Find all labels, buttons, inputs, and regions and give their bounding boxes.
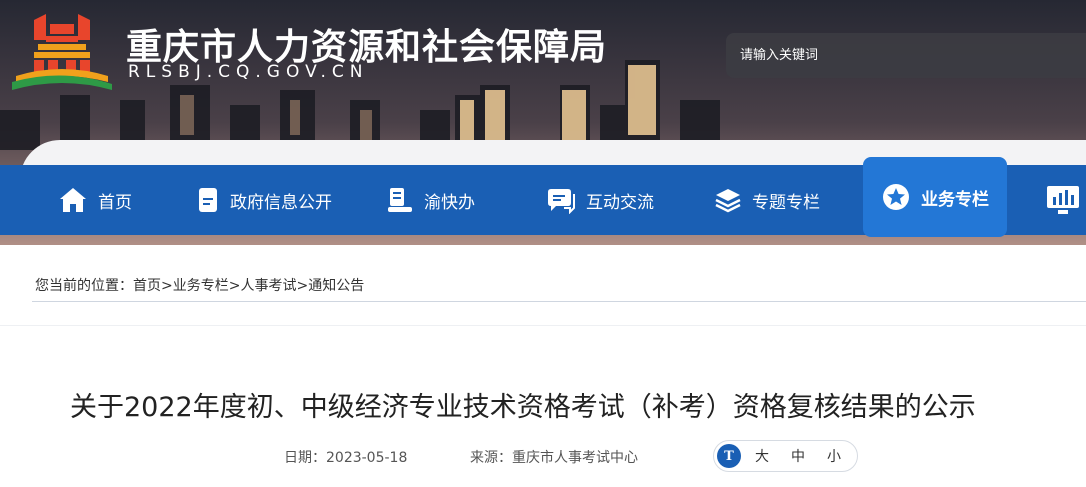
layers-icon	[715, 189, 741, 213]
source-label: 来源：	[470, 450, 512, 466]
nav-label: 政府信息公开	[230, 192, 332, 213]
breadcrumb-separator: >	[296, 278, 309, 294]
breadcrumb: 您当前的位置：首页>业务专栏>人事考试>通知公告	[35, 275, 364, 295]
font-size-large-button[interactable]: 大	[755, 446, 769, 466]
site-domain: RLSBJ.CQ.GOV.CN	[128, 62, 369, 82]
breadcrumb-section: 您当前的位置：首页>业务专栏>人事考试>通知公告	[0, 245, 1086, 325]
main-nav: 首页 政府信息公开 渝快办 互动交流 专题专栏 业务专栏	[0, 157, 1086, 237]
nav-item-home[interactable]: 首页	[58, 165, 132, 235]
breadcrumb-link-notice[interactable]: 通知公告	[308, 278, 364, 294]
breadcrumb-separator: >	[161, 278, 173, 294]
font-size-small-button[interactable]: 小	[827, 446, 841, 466]
nav-item-business[interactable]: 业务专栏	[863, 157, 1007, 237]
nav-label: 互动交流	[586, 192, 654, 213]
search-input[interactable]	[726, 33, 1086, 78]
source-value: 重庆市人事考试中心	[512, 450, 638, 466]
nav-item-special-topics[interactable]: 专题专栏	[714, 165, 820, 235]
nav-label: 专题专栏	[752, 192, 820, 213]
service-icon	[388, 188, 412, 212]
breadcrumb-divider	[32, 301, 1086, 302]
article-date: 日期：2023-05-18	[284, 447, 407, 467]
nav-label: 首页	[98, 192, 132, 213]
nav-label: 业务专栏	[921, 189, 989, 210]
home-icon	[60, 188, 86, 212]
nav-item-data[interactable]	[1046, 165, 1080, 235]
site-header: 重庆市人力资源和社会保障局 RLSBJ.CQ.GOV.CN 首页 政府信息公开	[0, 0, 1086, 245]
nav-item-gov-info[interactable]: 政府信息公开	[196, 165, 332, 235]
breadcrumb-link-business[interactable]: 业务专栏	[173, 278, 229, 294]
star-icon	[883, 184, 909, 210]
breadcrumb-prefix: 您当前的位置：	[35, 278, 133, 294]
font-size-medium-button[interactable]: 中	[791, 446, 805, 466]
nav-label: 渝快办	[424, 192, 475, 213]
breadcrumb-link-home[interactable]: 首页	[133, 278, 161, 294]
date-label: 日期：	[284, 450, 326, 466]
breadcrumb-link-exam[interactable]: 人事考试	[240, 278, 296, 294]
nav-item-interaction[interactable]: 互动交流	[546, 165, 654, 235]
breadcrumb-separator: >	[228, 278, 241, 294]
monitor-chart-icon	[1047, 186, 1079, 214]
article-source: 来源：重庆市人事考试中心	[470, 447, 638, 467]
date-value: 2023-05-18	[326, 450, 408, 466]
nav-item-yukuaiban[interactable]: 渝快办	[386, 165, 475, 235]
article-title: 关于2022年度初、中级经济专业技术资格考试（补考）资格复核结果的公示	[70, 392, 976, 423]
chat-icon	[548, 189, 575, 214]
document-icon	[199, 188, 217, 212]
bureau-logo	[12, 14, 112, 90]
font-size-icon: T	[717, 444, 741, 468]
font-size-control: T 大 中 小	[713, 440, 858, 472]
